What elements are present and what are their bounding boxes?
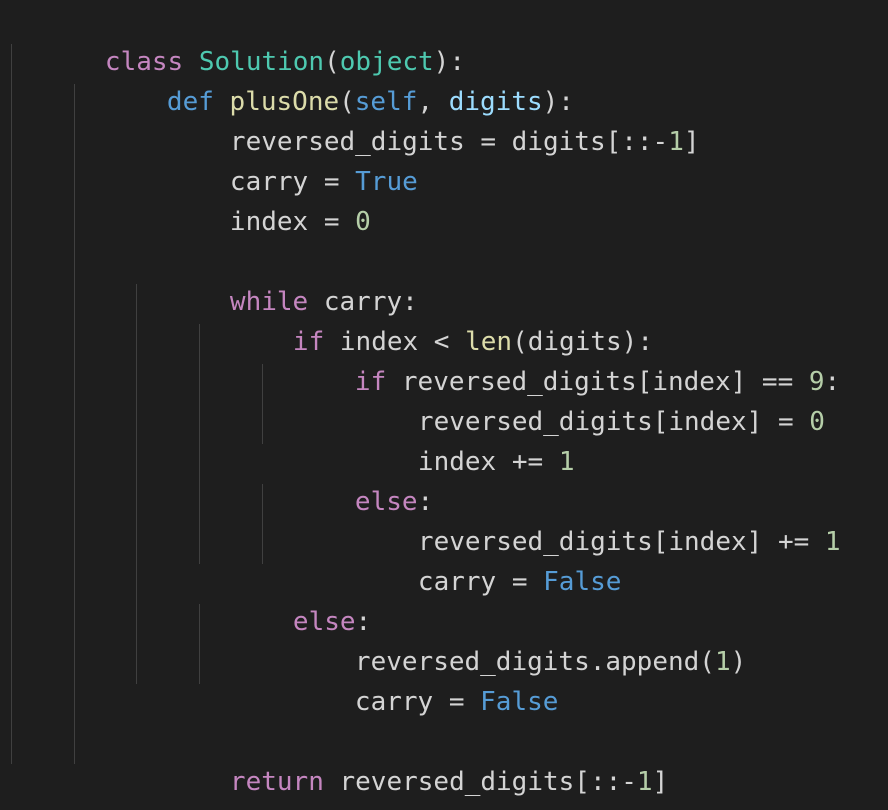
code-line: if index < len(digits):: [11, 282, 841, 357]
code-line: reversed_digits = digits[::-1]: [11, 82, 841, 157]
code-line: if reversed_digits[index] == 9:: [11, 322, 841, 397]
code-line: index = 0: [11, 162, 841, 237]
code-line: reversed_digits[index] += 1: [11, 482, 841, 557]
token: ]: [652, 767, 669, 797]
code-line: def plusOne(self, digits):: [11, 42, 841, 117]
code-line: else:: [11, 562, 841, 637]
token: reversed_digits[::-: [323, 767, 637, 797]
code-line: carry = False: [11, 522, 841, 597]
keyword: return: [229, 767, 324, 797]
code-line: else:: [11, 442, 841, 517]
code-line: return reversed_digits[::-1]: [11, 722, 841, 797]
code-line: index += 1: [11, 402, 841, 477]
code-editor[interactable]: class Solution(object): def plusOne(self…: [0, 0, 888, 810]
code-line: class Solution(object):: [11, 2, 841, 77]
number: 1: [636, 767, 653, 797]
code-line: reversed_digits.append(1): [11, 602, 841, 677]
code-line: reversed_digits[index] = 0: [11, 362, 841, 437]
code-line: carry = False: [11, 642, 841, 717]
code-line: carry = True: [11, 122, 841, 197]
code-line: while carry:: [11, 242, 841, 317]
code-area[interactable]: class Solution(object): def plusOne(self…: [11, 0, 841, 797]
